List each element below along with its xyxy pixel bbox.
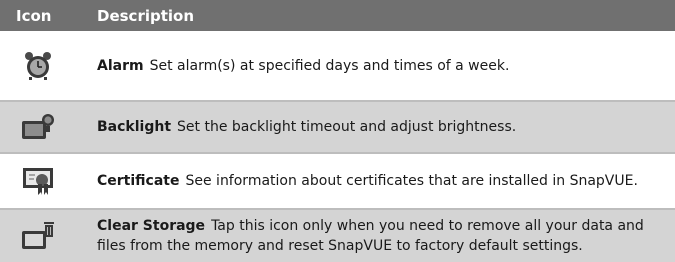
certificate-description: Certificate See information about certifi… <box>97 171 675 191</box>
alarm-title: Alarm <box>97 57 144 74</box>
backlight-title: Backlight <box>97 119 172 135</box>
backlight-text: Set the backlight timeout and adjust bri… <box>177 119 517 135</box>
header-description-column: Description <box>97 6 195 25</box>
clear-storage-description: Clear Storage Tap this icon only when you… <box>97 216 675 256</box>
settings-icon-table: Icon Description Alarm Set alarm(s) at sp… <box>0 0 675 262</box>
clear-storage-icon <box>0 221 97 251</box>
certificate-text: See information about certificates that … <box>185 173 638 189</box>
alarm-description: Alarm Set alarm(s) at specified days and … <box>97 56 675 76</box>
table-row-alarm: Alarm Set alarm(s) at specified days and … <box>0 31 675 100</box>
backlight-icon <box>0 113 97 141</box>
backlight-description: Backlight Set the backlight timeout and a… <box>97 117 675 137</box>
table-row-clear-storage: Clear Storage Tap this icon only when you… <box>0 208 675 262</box>
header-icon-column: Icon <box>16 6 52 25</box>
table-row-backlight: Backlight Set the backlight timeout and a… <box>0 100 675 152</box>
alarm-clock-icon <box>0 51 97 81</box>
certificate-icon <box>0 166 97 196</box>
certificate-title: Certificate <box>97 173 180 189</box>
clear-storage-title: Clear Storage <box>97 218 206 234</box>
table-header: Icon Description <box>0 0 675 31</box>
table-row-certificate: Certificate See information about certifi… <box>0 152 675 208</box>
alarm-text: Set alarm(s) at specified days and times… <box>149 57 510 74</box>
